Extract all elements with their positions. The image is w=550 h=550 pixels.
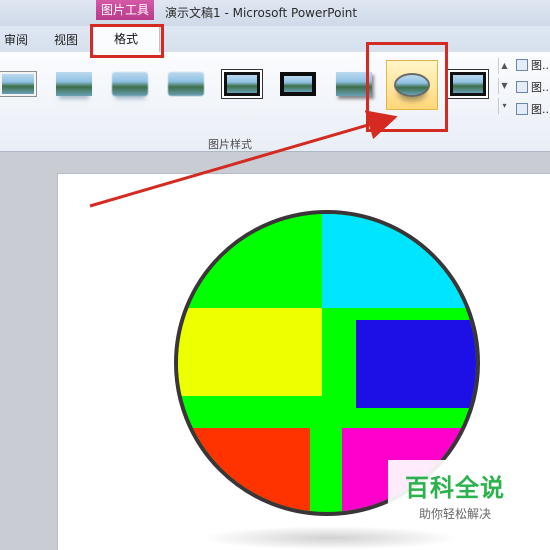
picture-effects-icon <box>516 81 528 93</box>
picture-style-simple-frame[interactable] <box>0 64 40 104</box>
gallery-more-icon[interactable]: ▾ <box>498 98 510 114</box>
picture-reflection <box>200 526 460 550</box>
picture-layout-icon <box>516 103 528 115</box>
picture-style-thumbnail <box>112 72 148 96</box>
highlight-format-tab <box>90 24 164 58</box>
picture-effects-button[interactable]: 图... <box>516 78 550 96</box>
picture-block-blue <box>356 320 476 408</box>
highlight-selected-style <box>366 42 448 132</box>
picture-style-thumbnail <box>168 72 204 96</box>
picture-style-reflected-rounded[interactable] <box>52 64 96 104</box>
tab-review[interactable]: 审阅 <box>4 31 28 48</box>
ribbon-picture-styles: ▲ ▼ ▾ 图... 图... 图... 图片样式 <box>0 52 550 152</box>
picture-style-metal-frame[interactable] <box>276 64 320 104</box>
title-bar: 图片工具 演示文稿1 - Microsoft PowerPoint <box>0 0 550 26</box>
picture-style-thumbnail <box>0 72 36 96</box>
ribbon-tab-row: 审阅 视图 <box>0 26 550 52</box>
watermark-main: 百科全说 <box>405 474 505 502</box>
gallery-scroll-down-icon[interactable]: ▼ <box>498 78 510 94</box>
group-label-picture-styles: 图片样式 <box>208 138 252 151</box>
picture-block-cyan <box>322 214 476 308</box>
watermark: 百科全说 助你轻松解决 <box>388 460 522 524</box>
picture-border-button[interactable]: 图... <box>516 56 550 74</box>
picture-tools-context-label: 图片工具 <box>96 0 154 20</box>
picture-block-yellow <box>178 308 322 396</box>
picture-layout-label: 图... <box>531 103 550 116</box>
picture-style-soft-edge[interactable] <box>108 64 152 104</box>
watermark-sub: 助你轻松解决 <box>418 507 491 521</box>
tab-view[interactable]: 视图 <box>54 31 78 48</box>
gallery-scroll-up-icon[interactable]: ▲ <box>498 58 510 74</box>
picture-style-double-frame-black[interactable] <box>446 64 490 104</box>
picture-style-thumbnail <box>450 72 486 96</box>
picture-border-label: 图... <box>531 59 550 72</box>
picture-style-thick-black-frame[interactable] <box>220 64 264 104</box>
picture-layout-button[interactable]: 图... <box>516 100 550 118</box>
picture-effects-label: 图... <box>531 81 550 94</box>
picture-style-thumbnail <box>56 72 92 96</box>
picture-border-icon <box>516 59 528 71</box>
picture-block-green <box>178 214 322 308</box>
window-title: 演示文稿1 - Microsoft PowerPoint <box>165 6 358 20</box>
picture-style-thumbnail <box>224 72 260 96</box>
picture-style-thumbnail <box>280 72 316 96</box>
picture-block-red <box>178 428 310 512</box>
picture-style-drop-shadow[interactable] <box>164 64 208 104</box>
